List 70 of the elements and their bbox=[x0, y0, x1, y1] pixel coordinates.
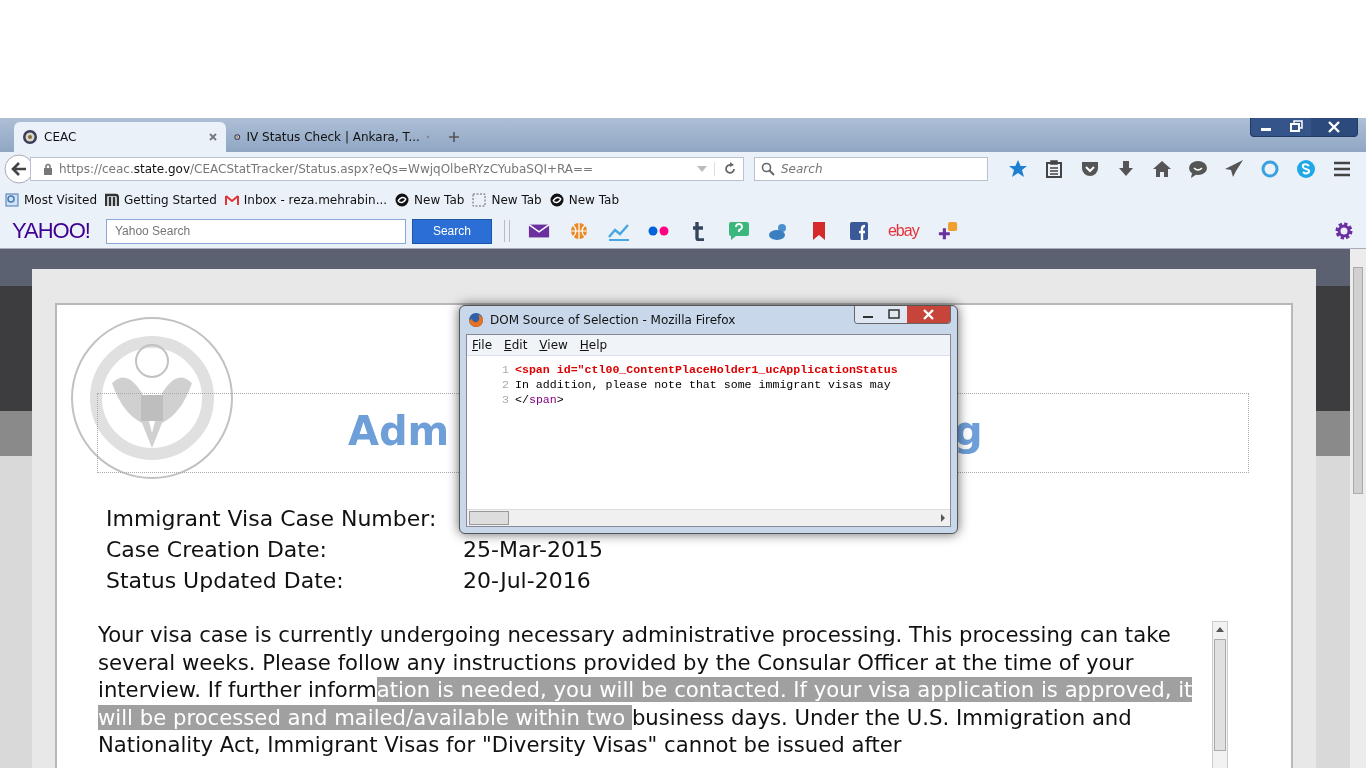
close-icon[interactable] bbox=[1311, 118, 1357, 136]
menu-icon[interactable] bbox=[1332, 159, 1352, 179]
bookmark[interactable]: New Tab bbox=[395, 193, 465, 207]
scroll-thumb[interactable] bbox=[1353, 267, 1363, 494]
swirl-icon bbox=[395, 193, 410, 207]
scrollbar[interactable] bbox=[1350, 249, 1366, 768]
scroll-up-icon[interactable] bbox=[1215, 625, 1225, 633]
search-field[interactable]: Yahoo Search bbox=[105, 218, 406, 244]
yahoo-logo[interactable]: YAHOO! bbox=[12, 218, 90, 244]
facebook-icon[interactable] bbox=[847, 221, 870, 241]
blank-page-icon bbox=[472, 193, 487, 207]
scrollbar[interactable] bbox=[1212, 621, 1228, 768]
field-label: Status Updated Date: bbox=[106, 568, 345, 593]
field-label: Case Creation Date: bbox=[106, 537, 328, 562]
menu-item[interactable]: View bbox=[539, 338, 568, 352]
browser-tab[interactable]: CEAC bbox=[14, 122, 226, 152]
menu-item[interactable]: Edit bbox=[504, 338, 528, 352]
status-paragraph: Your visa case is currently undergoing necessary administrative processing. This processing can take several weeks. Please follow any instructions provided by the Consular Officer at the time of your interview. If further information is needed, you will be contacted. If your visa application is approved, it will be processed and mailed/available within two business days. Under the U.S. Immigration and Nationality Act, Immigrant Visas for "Diversity Visas" cannot be issued after bbox=[98, 621, 1194, 759]
code-line: </span> bbox=[515, 392, 564, 407]
plus-rss-icon[interactable] bbox=[936, 221, 959, 241]
bookmark[interactable]: New Tab bbox=[549, 193, 620, 207]
field-value: 25-Mar-2015 bbox=[463, 537, 604, 562]
minimize-icon[interactable] bbox=[855, 306, 881, 323]
heading-text: g bbox=[954, 408, 983, 454]
close-icon[interactable] bbox=[907, 306, 950, 323]
address-field[interactable]: https://ceac.state.gov/CEACStatTracker/Status.aspx?eQs=WwjqOlbeRYzCYubaSQI+RA== bbox=[30, 157, 744, 181]
bookmark[interactable]: Getting Started bbox=[105, 193, 217, 207]
close-icon[interactable] bbox=[208, 132, 218, 142]
field-label: Immigrant Visa Case Number: bbox=[106, 506, 438, 531]
heading-text: Adm bbox=[348, 408, 450, 454]
ring-icon[interactable] bbox=[1260, 159, 1280, 179]
maximize-icon[interactable] bbox=[881, 306, 907, 323]
question-bubble-icon[interactable] bbox=[727, 221, 750, 241]
bookmark[interactable]: Most Visited bbox=[5, 193, 98, 207]
pocket-icon[interactable] bbox=[1080, 159, 1100, 179]
browser-tab[interactable]: IV Status Check | Ankara, T... bbox=[226, 122, 438, 152]
search-button[interactable]: Search bbox=[411, 218, 492, 244]
code-line: <span id="ctl00_ContentPlaceHolder1_ucApplicationStatus bbox=[515, 362, 898, 377]
scroll-thumb[interactable] bbox=[469, 511, 509, 525]
clipboard-icon[interactable] bbox=[1044, 159, 1064, 179]
menu-item[interactable]: File bbox=[472, 338, 493, 352]
seal-icon bbox=[22, 129, 38, 145]
dialog-title: DOM Source of Selection - Mozilla Firefox bbox=[490, 313, 737, 327]
line-number: 2 bbox=[501, 377, 510, 392]
settings-icon[interactable] bbox=[1334, 221, 1354, 241]
reload-icon[interactable] bbox=[714, 162, 737, 176]
bookmark[interactable]: Inbox - reza.mehrabin... bbox=[224, 193, 388, 207]
line-number: 3 bbox=[501, 392, 510, 407]
scroll-thumb[interactable] bbox=[1214, 639, 1226, 751]
chat-icon[interactable] bbox=[1188, 159, 1208, 179]
scroll-right-icon[interactable] bbox=[940, 513, 946, 523]
lock-icon bbox=[43, 163, 53, 175]
line-number: 1 bbox=[501, 362, 510, 377]
search-field[interactable]: Search bbox=[754, 157, 988, 181]
page-icon bbox=[5, 193, 19, 207]
swirl-icon bbox=[549, 193, 564, 207]
menu-item[interactable]: Help bbox=[579, 338, 608, 352]
skype-icon[interactable] bbox=[1296, 159, 1316, 179]
star-icon[interactable] bbox=[1008, 159, 1028, 179]
m-logo-icon bbox=[105, 193, 120, 207]
scrollbar[interactable] bbox=[467, 509, 950, 526]
home-icon[interactable] bbox=[1152, 159, 1172, 179]
new-tab-icon[interactable] bbox=[448, 131, 460, 143]
bookmark[interactable]: New Tab bbox=[472, 193, 542, 207]
paper-plane-icon[interactable] bbox=[1224, 159, 1244, 179]
field-value: 20-Jul-2016 bbox=[463, 568, 592, 593]
ebay-logo[interactable]: ebay bbox=[887, 222, 919, 240]
mail-icon bbox=[224, 193, 239, 207]
fox-globe-icon bbox=[468, 312, 484, 328]
code-line: In addition, please note that some immigrant visas may bbox=[515, 377, 891, 392]
